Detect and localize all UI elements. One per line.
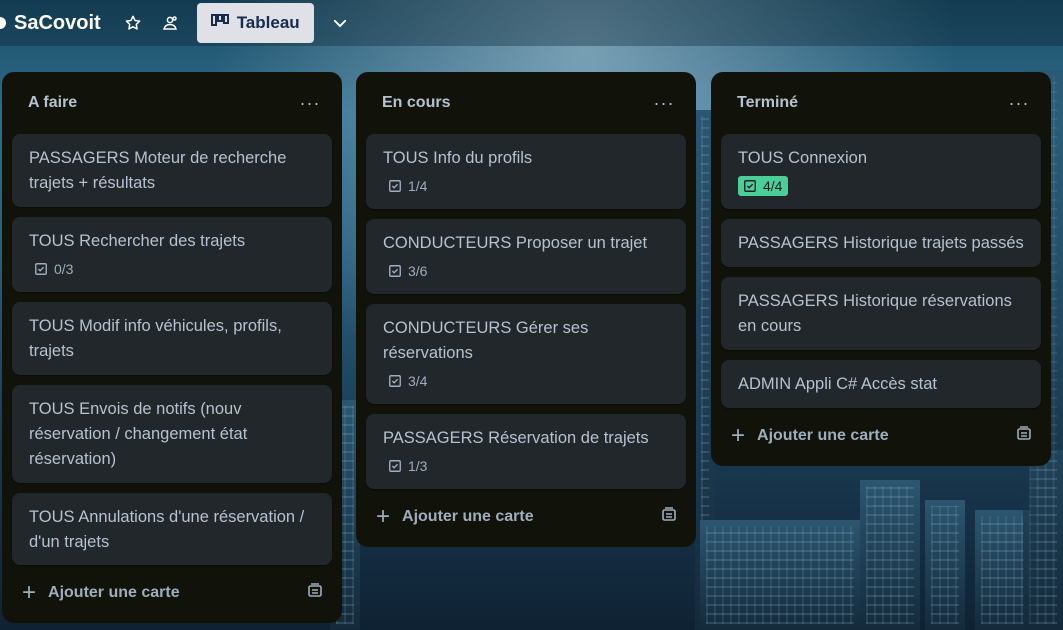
card-title: PASSAGERS Historique réservations en cou… [738, 292, 1012, 335]
card-title: PASSAGERS Moteur de recherche trajets + … [29, 149, 287, 192]
checklist-count: 1/4 [408, 178, 428, 194]
card-title: TOUS Info du profils [383, 149, 533, 167]
checklist-badge: 3/6 [383, 261, 433, 281]
card-title: TOUS Annulations d'une réservation / d'u… [29, 508, 305, 551]
card-title: CONDUCTEURS Gérer ses réservations [383, 319, 589, 362]
add-card-row: + Ajouter une carte [366, 499, 686, 535]
plus-icon: + [731, 422, 746, 449]
card[interactable]: ADMIN Appli C# Accès stat [721, 360, 1041, 408]
card[interactable]: PASSAGERS Moteur de recherche trajets + … [12, 134, 332, 207]
card-title: TOUS Envois de notifs (nouv réservation … [29, 400, 248, 468]
list-en-cours: En cours ··· TOUS Info du profils 1/4 CO… [356, 72, 696, 547]
card-title: TOUS Connexion [738, 149, 868, 167]
add-card-label: Ajouter une carte [757, 427, 889, 444]
checklist-icon [35, 263, 47, 275]
checklist-icon [744, 180, 756, 192]
board-title[interactable]: SaCovoit [14, 12, 101, 35]
list-title[interactable]: Terminé [737, 94, 798, 112]
checklist-badge: 1/3 [383, 456, 433, 476]
checklist-badge: 1/4 [383, 176, 433, 196]
list-a-faire: A faire ··· PASSAGERS Moteur de recherch… [2, 72, 342, 623]
card[interactable]: PASSAGERS Historique réservations en cou… [721, 277, 1041, 350]
add-card-button[interactable]: + Ajouter une carte [22, 581, 180, 605]
add-card-row: + Ajouter une carte [721, 418, 1041, 454]
list-menu-icon[interactable]: ··· [1003, 93, 1035, 114]
card[interactable]: TOUS Envois de notifs (nouv réservation … [12, 385, 332, 483]
team-visibility-icon[interactable] [154, 7, 186, 39]
checklist-badge: 0/3 [29, 259, 79, 279]
checklist-badge: 3/4 [383, 371, 433, 391]
plus-icon: + [376, 503, 391, 530]
card-title: PASSAGERS Réservation de trajets [383, 429, 649, 447]
chevron-down-icon[interactable] [324, 7, 356, 39]
checklist-badge-complete: 4/4 [738, 176, 789, 196]
list-header: En cours ··· [366, 72, 686, 134]
card[interactable]: TOUS Modif info véhicules, profils, traj… [12, 302, 332, 375]
star-icon[interactable] [117, 7, 149, 39]
card-title: ADMIN Appli C# Accès stat [738, 375, 937, 393]
add-card-label: Ajouter une carte [48, 584, 180, 601]
card[interactable]: CONDUCTEURS Proposer un trajet 3/6 [366, 219, 686, 294]
card[interactable]: TOUS Info du profils 1/4 [366, 134, 686, 209]
create-from-template-icon[interactable] [1015, 425, 1033, 448]
checklist-count: 1/3 [408, 458, 428, 474]
list-menu-icon[interactable]: ··· [294, 93, 326, 114]
card-title: CONDUCTEURS Proposer un trajet [383, 234, 648, 252]
checklist-count: 0/3 [54, 261, 74, 277]
card-title: TOUS Modif info véhicules, profils, traj… [29, 317, 282, 360]
checklist-icon [389, 180, 401, 192]
list-header: A faire ··· [12, 72, 332, 134]
list-termine: Terminé ··· TOUS Connexion 4/4 PASSAGERS… [711, 72, 1051, 466]
add-card-button[interactable]: + Ajouter une carte [731, 424, 889, 448]
board-view-icon [210, 13, 229, 34]
board-view-button[interactable]: Tableau [196, 3, 314, 43]
board-header: SaCovoit Tableau [0, 0, 1063, 46]
card-title: TOUS Rechercher des trajets [29, 232, 246, 250]
list-title[interactable]: A faire [28, 94, 77, 112]
workspace-dot [0, 17, 6, 29]
list-menu-icon[interactable]: ··· [648, 93, 680, 114]
checklist-count: 4/4 [763, 178, 783, 194]
card[interactable]: CONDUCTEURS Gérer ses réservations 3/4 [366, 304, 686, 404]
create-from-template-icon[interactable] [306, 582, 324, 605]
add-card-button[interactable]: + Ajouter une carte [376, 505, 534, 529]
card[interactable]: TOUS Annulations d'une réservation / d'u… [12, 493, 332, 565]
add-card-row: + Ajouter une carte [12, 575, 332, 611]
plus-icon: + [22, 579, 37, 606]
list-header: Terminé ··· [721, 72, 1041, 134]
card[interactable]: PASSAGERS Réservation de trajets 1/3 [366, 414, 686, 489]
create-from-template-icon[interactable] [660, 506, 678, 529]
checklist-icon [389, 460, 401, 472]
card[interactable]: TOUS Rechercher des trajets 0/3 [12, 217, 332, 292]
checklist-count: 3/4 [408, 373, 428, 389]
checklist-count: 3/6 [408, 263, 428, 279]
list-title[interactable]: En cours [382, 94, 450, 112]
card[interactable]: PASSAGERS Historique trajets passés [721, 219, 1041, 267]
checklist-icon [389, 375, 401, 387]
add-card-label: Ajouter une carte [402, 508, 534, 525]
board-view-label: Tableau [236, 13, 300, 32]
card[interactable]: TOUS Connexion 4/4 [721, 134, 1041, 209]
checklist-icon [389, 265, 401, 277]
card-title: PASSAGERS Historique trajets passés [738, 234, 1024, 252]
